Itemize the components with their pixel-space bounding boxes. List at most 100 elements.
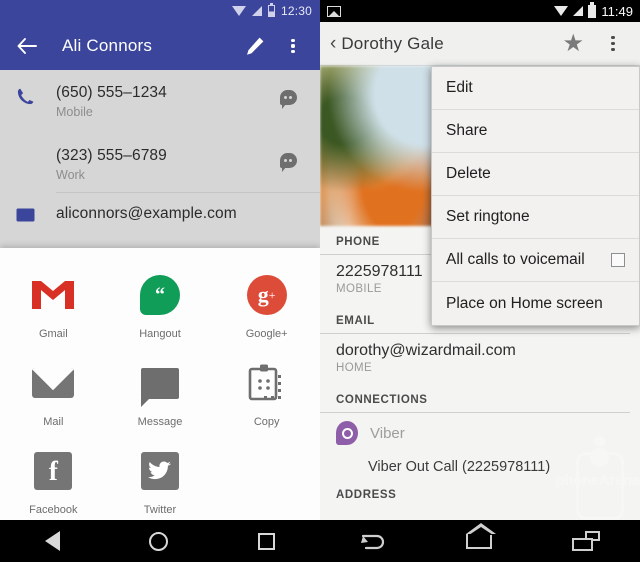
menu-item-all-calls-to-voicemail[interactable]: All calls to voicemail [432,239,639,282]
share-app-twitter[interactable]: Twitter [107,442,214,518]
mail-icon [32,368,75,398]
phone-number: (650) 555–1234 [56,84,167,101]
googleplus-icon-slot: g + [244,272,290,318]
back-icon[interactable] [360,533,386,550]
overflow-menu-button[interactable] [596,27,630,61]
email-address: dorothy@wizardmail.com [336,342,516,359]
twitter-icon [140,452,179,490]
hangouts-message-button-2[interactable] [272,147,304,172]
share-app-mail[interactable]: Mail [0,354,107,430]
hangouts-icon-slot: “ [137,272,183,318]
share-app-label: Copy [253,416,280,428]
status-time: 12:30 [280,4,312,18]
message-icon-slot [137,360,183,407]
email-icon-slot [16,205,56,227]
signal-icon [573,6,584,16]
gmail-icon [32,281,75,309]
hangouts-message-button-1[interactable] [272,84,304,109]
menu-item-edit[interactable]: Edit [432,67,639,110]
hangouts-icon: “ [139,275,180,315]
menu-item-set-ringtone[interactable]: Set ringtone [432,196,639,239]
share-app-copy[interactable]: Copy [213,354,320,430]
overflow-menu-icon [291,38,295,54]
right-contact-body: PHONE 2225978111 MOBILE EMAIL dorothy@wi… [320,66,640,562]
email-detail-row[interactable]: dorothy@wizardmail.com HOME [320,334,640,384]
facebook-icon: f [34,452,73,490]
page-title: Ali Connors [62,36,153,55]
copy-icon-slot [244,360,290,406]
gmail-icon-slot [30,272,76,318]
twitter-bird-icon [148,461,171,480]
menu-item-delete[interactable]: Delete [432,153,639,196]
menu-item-label: Set ringtone [446,208,530,225]
share-app-hangout[interactable]: “ Hangout [107,266,214,342]
left-app-bar: Ali Connors [0,22,320,70]
share-app-label: Hangout [139,328,181,340]
status-time: 11:49 [601,3,633,19]
viber-icon [336,421,358,445]
phone-icon-slot-empty [16,147,56,150]
back-arrow-icon [17,38,37,54]
contact-phone-row-work[interactable]: (323) 555–6789 Work [0,129,320,192]
back-arrow-glyph [361,534,385,549]
star-icon[interactable]: ★ [562,29,584,58]
phone-work-texts: (323) 555–6789 Work [56,147,272,182]
home-icon[interactable] [149,531,169,551]
share-app-googleplus[interactable]: g + Google+ [213,266,320,342]
share-app-gmail[interactable]: Gmail [0,266,107,342]
email-type: HOME [336,362,373,374]
contact-email-row[interactable]: aliconnors@example.com [0,193,320,237]
left-phone-panel: 12:30 Ali Connors (650) 555–1234 Mobile … [0,0,320,562]
share-app-label: Twitter [143,504,177,516]
share-app-label: Gmail [38,328,68,340]
menu-item-label: Edit [446,79,473,96]
connection-viber-row[interactable]: Viber [320,413,640,453]
share-app-facebook[interactable]: f Facebook [0,442,107,518]
left-contact-body: (650) 555–1234 Mobile (323) 555–6789 Wor… [0,70,320,562]
share-app-message[interactable]: Message [107,354,214,430]
share-sheet: Gmail “ Hangout g + Google+ Mail Message… [0,248,320,562]
voicemail-checkbox[interactable] [611,253,625,267]
share-app-label: Message [137,416,183,428]
menu-item-label: All calls to voicemail [446,251,585,268]
right-navigation-bar [320,520,640,562]
overflow-menu-button[interactable] [276,29,310,63]
contact-phone-row-mobile[interactable]: (650) 555–1234 Mobile [0,70,320,129]
facebook-icon-slot: f [30,448,76,494]
left-status-bar: 12:30 [0,0,320,22]
phone-number: (323) 555–6789 [56,147,167,164]
menu-item-label: Share [446,122,488,139]
back-button[interactable] [10,29,44,63]
share-app-label: Google+ [245,328,288,340]
battery-icon [588,1,597,18]
right-phone-panel: 11:49 ‹ Dorothy Gale ★ PHONE 2225978111 … [320,0,640,562]
page-title: Dorothy Gale [341,33,444,53]
viber-out-call-action[interactable]: Viber Out Call (2225978111) [320,453,640,481]
phone-icon-slot [16,84,56,111]
menu-item-place-on-home-screen[interactable]: Place on Home screen [432,282,639,325]
share-app-label: Mail [43,416,64,428]
wifi-icon [231,6,246,16]
hangouts-bubble-icon [279,90,297,109]
recents-icon[interactable] [258,532,276,550]
menu-item-label: Place on Home screen [446,294,603,312]
back-chevron-icon[interactable]: ‹ [330,33,336,55]
twitter-icon-slot [137,448,183,494]
wifi-icon [554,6,569,16]
share-app-grid: Gmail “ Hangout g + Google+ Mail Message… [0,266,320,518]
recents-icon[interactable] [572,531,600,551]
home-icon[interactable] [466,522,496,549]
edit-button[interactable] [238,29,272,63]
share-app-label: Facebook [29,504,78,516]
section-header-connections: CONNECTIONS [320,384,630,413]
clipboard-copy-icon [248,364,281,401]
back-icon[interactable] [44,531,60,551]
overflow-menu-icon [611,36,615,51]
phone-type: Mobile [56,105,93,119]
menu-item-share[interactable]: Share [432,110,639,153]
section-header-address: ADDRESS [336,489,397,501]
battery-icon [267,3,275,17]
email-trail-empty [272,205,304,211]
connection-app-label: Viber [370,424,405,442]
googleplus-icon: g + [246,275,287,315]
